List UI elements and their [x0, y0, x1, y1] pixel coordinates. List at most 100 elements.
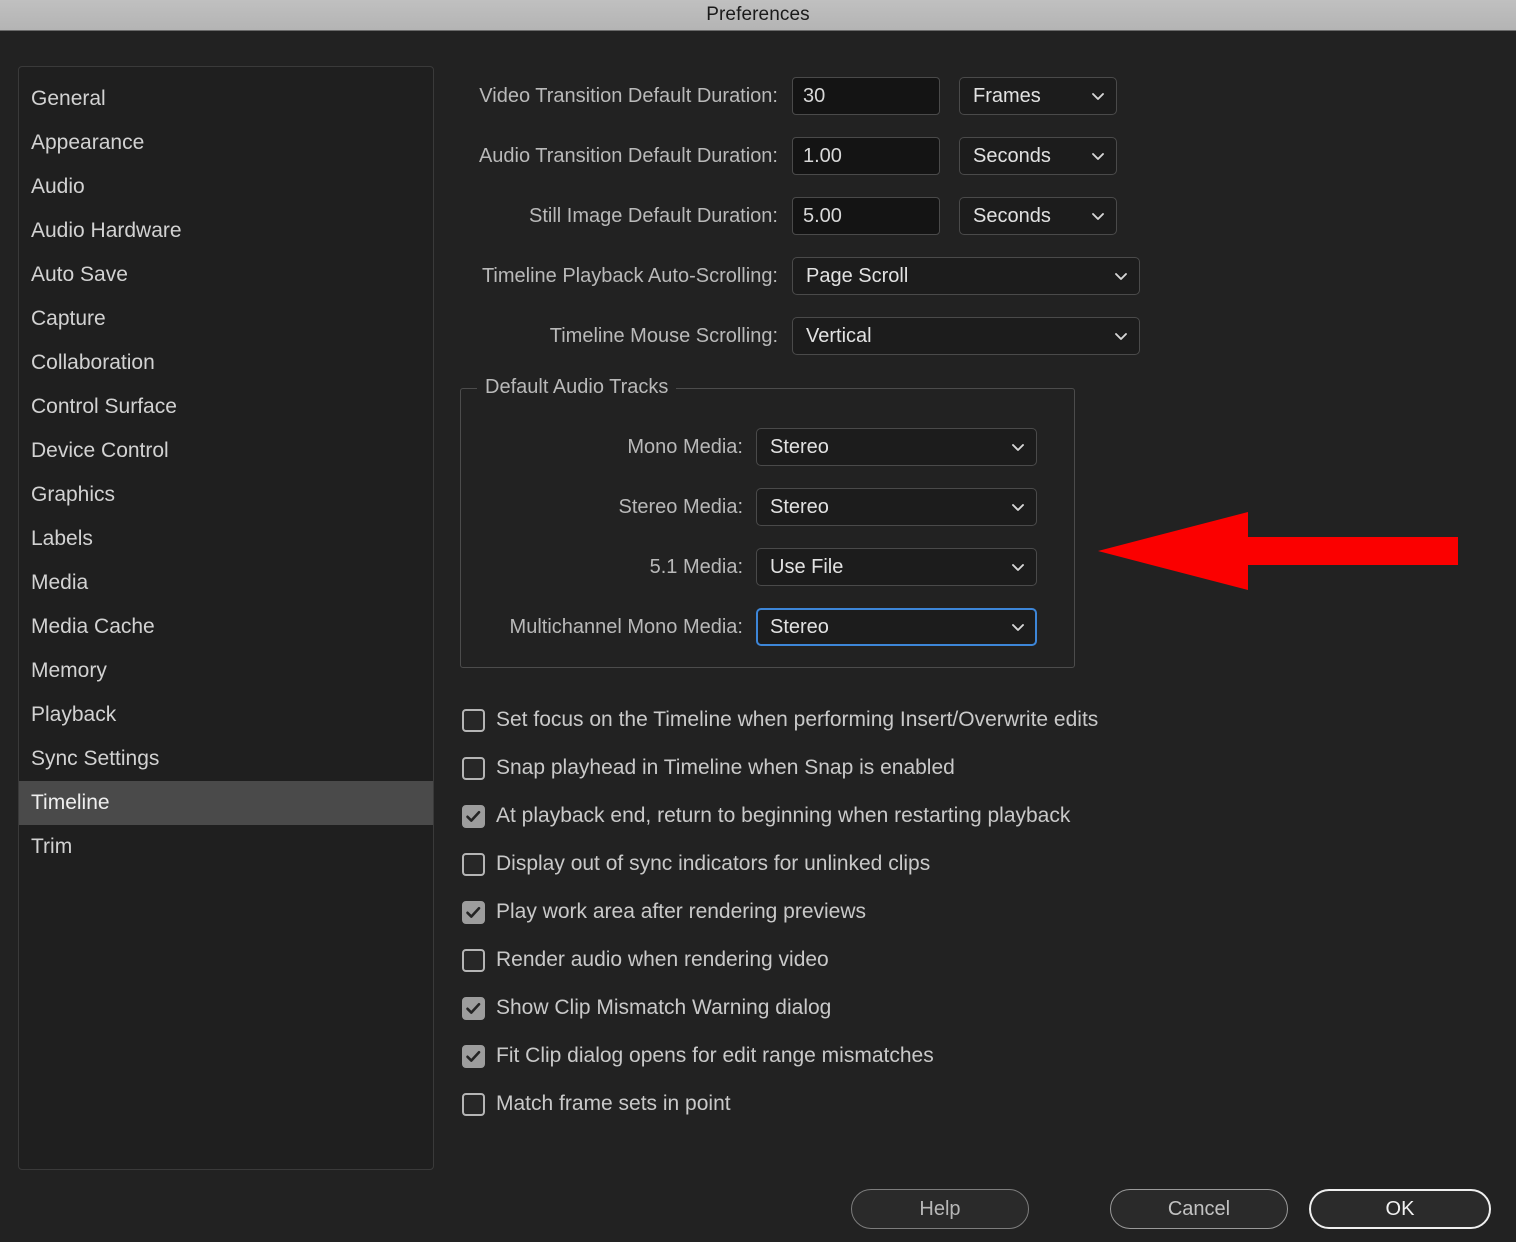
- unit-dropdown-still-image-default-duration[interactable]: Seconds: [959, 197, 1117, 235]
- checkbox-snap-playhead-in-timeline-when-snap-is-ena[interactable]: [462, 756, 485, 780]
- sidebar-item-sync-settings[interactable]: Sync Settings: [19, 737, 433, 781]
- input-audio-transition-default-duration[interactable]: 1.00: [792, 137, 940, 175]
- sidebar-item-label: Collaboration: [31, 351, 155, 374]
- sidebar-item-label: General: [31, 87, 106, 110]
- checkbox-row-at-playback-end-return-to-beginning-when-r[interactable]: At playback end, return to beginning whe…: [462, 792, 1498, 840]
- sidebar-item-timeline[interactable]: Timeline: [19, 781, 433, 825]
- checkbox-play-work-area-after-rendering-previews[interactable]: [462, 900, 485, 924]
- checkbox-row-render-audio-when-rendering-video[interactable]: Render audio when rendering video: [462, 936, 1498, 984]
- checkbox-fit-clip-dialog-opens-for-edit-range-misma[interactable]: [462, 1044, 485, 1068]
- dropdown-value: Stereo: [770, 435, 829, 458]
- checkbox-row-play-work-area-after-rendering-previews[interactable]: Play work area after rendering previews: [462, 888, 1498, 936]
- dropdown-value: Use File: [770, 555, 844, 578]
- sidebar-item-general[interactable]: General: [19, 77, 433, 121]
- field-row-timeline-playback-auto-scrolling: Timeline Playback Auto-Scrolling: Page Sc…: [452, 246, 1498, 306]
- checkbox-row-fit-clip-dialog-opens-for-edit-range-misma[interactable]: Fit Clip dialog opens for edit range mis…: [462, 1032, 1498, 1080]
- dropdown-5-1-media[interactable]: Use File: [756, 548, 1037, 586]
- chevron-down-icon: [1113, 268, 1129, 284]
- sidebar-item-labels[interactable]: Labels: [19, 517, 433, 561]
- sidebar-item-audio-hardware[interactable]: Audio Hardware: [19, 209, 433, 253]
- sidebar-item-auto-save[interactable]: Auto Save: [19, 253, 433, 297]
- checkbox-match-frame-sets-in-point[interactable]: [462, 1092, 485, 1116]
- sidebar-item-appearance[interactable]: Appearance: [19, 121, 433, 165]
- sidebar-item-capture[interactable]: Capture: [19, 297, 433, 341]
- dropdown-value: Vertical: [806, 324, 872, 347]
- sidebar-item-playback[interactable]: Playback: [19, 693, 433, 737]
- checkbox-row-show-clip-mismatch-warning-dialog[interactable]: Show Clip Mismatch Warning dialog: [462, 984, 1498, 1032]
- dropdown-multichannel-mono-media[interactable]: Stereo: [756, 608, 1037, 646]
- sidebar-item-media-cache[interactable]: Media Cache: [19, 605, 433, 649]
- checkbox-row-set-focus-on-the-timeline-when-performing-[interactable]: Set focus on the Timeline when performin…: [462, 696, 1498, 744]
- dropdown-timeline-mouse-scrolling[interactable]: Vertical: [792, 317, 1140, 355]
- sidebar-item-device-control[interactable]: Device Control: [19, 429, 433, 473]
- checkbox-row-display-out-of-sync-indicators-for-unlinke[interactable]: Display out of sync indicators for unlin…: [462, 840, 1498, 888]
- unit-dropdown-value: Seconds: [973, 204, 1051, 227]
- checkbox-row-snap-playhead-in-timeline-when-snap-is-ena[interactable]: Snap playhead in Timeline when Snap is e…: [462, 744, 1498, 792]
- check-icon: [466, 1050, 481, 1062]
- label-5-1-media: 5.1 Media:: [649, 555, 743, 578]
- checkbox-display-out-of-sync-indicators-for-unlinke[interactable]: [462, 852, 485, 876]
- audio-track-row-5-1-media: 5.1 Media: Use File: [461, 537, 1074, 597]
- sidebar-item-label: Graphics: [31, 483, 116, 506]
- help-button[interactable]: Help: [851, 1189, 1029, 1229]
- sidebar-item-label: Device Control: [31, 439, 169, 462]
- field-row-timeline-mouse-scrolling: Timeline Mouse Scrolling: Vertical: [452, 306, 1498, 366]
- unit-dropdown-value: Seconds: [973, 144, 1051, 167]
- input-value: 5.00: [803, 204, 842, 227]
- dropdown-stereo-media[interactable]: Stereo: [756, 488, 1037, 526]
- check-icon: [466, 906, 481, 918]
- sidebar-item-audio[interactable]: Audio: [19, 165, 433, 209]
- unit-dropdown-audio-transition-default-duration[interactable]: Seconds: [959, 137, 1117, 175]
- preferences-category-list[interactable]: General Appearance Audio Audio Hardware Auto…: [18, 66, 434, 1170]
- checkbox-show-clip-mismatch-warning-dialog[interactable]: [462, 996, 485, 1020]
- sidebar-item-trim[interactable]: Trim: [19, 825, 433, 869]
- sidebar-item-label: Timeline: [31, 791, 110, 814]
- sidebar-item-memory[interactable]: Memory: [19, 649, 433, 693]
- default-audio-tracks-groupbox: Default Audio Tracks Mono Media: Stereo St…: [460, 376, 1075, 668]
- checkbox-label: At playback end, return to beginning whe…: [496, 804, 1071, 827]
- window-titlebar: Preferences: [0, 0, 1516, 31]
- chevron-down-icon: [1090, 88, 1106, 104]
- label-stereo-media: Stereo Media:: [618, 495, 743, 518]
- input-still-image-default-duration[interactable]: 5.00: [792, 197, 940, 235]
- label-timeline-mouse-scrolling: Timeline Mouse Scrolling:: [549, 324, 778, 347]
- audio-track-row-mono-media: Mono Media: Stereo: [461, 417, 1074, 477]
- sidebar-item-label: Media: [31, 571, 89, 594]
- dropdown-value: Stereo: [770, 615, 829, 638]
- sidebar-item-graphics[interactable]: Graphics: [19, 473, 433, 517]
- sidebar-item-label: Trim: [31, 835, 73, 858]
- checkbox-label: Fit Clip dialog opens for edit range mis…: [496, 1044, 934, 1067]
- sidebar-item-label: Sync Settings: [31, 747, 160, 770]
- dropdown-mono-media[interactable]: Stereo: [756, 428, 1037, 466]
- chevron-down-icon: [1010, 439, 1026, 455]
- checkbox-set-focus-on-the-timeline-when-performing-[interactable]: [462, 708, 485, 732]
- unit-dropdown-value: Frames: [973, 84, 1041, 107]
- input-video-transition-default-duration[interactable]: 30: [792, 77, 940, 115]
- timeline-options-checkbox-list: Set focus on the Timeline when performin…: [462, 696, 1498, 1128]
- sidebar-item-label: Auto Save: [31, 263, 128, 286]
- sidebar-item-control-surface[interactable]: Control Surface: [19, 385, 433, 429]
- chevron-down-icon: [1010, 619, 1026, 635]
- field-row-still-image-default-duration: Still Image Default Duration: 5.00 Seconds: [452, 186, 1498, 246]
- audio-track-row-multichannel-mono-media: Multichannel Mono Media: Stereo: [461, 597, 1074, 657]
- label-video-transition-default-duration: Video Transition Default Duration:: [479, 84, 778, 107]
- sidebar-item-label: Control Surface: [31, 395, 177, 418]
- chevron-down-icon: [1113, 328, 1129, 344]
- sidebar-item-label: Appearance: [31, 131, 145, 154]
- cancel-button[interactable]: Cancel: [1110, 1189, 1288, 1229]
- sidebar-item-label: Playback: [31, 703, 117, 726]
- preferences-content-pane: Video Transition Default Duration: 30 Fram…: [452, 66, 1498, 1128]
- checkbox-row-match-frame-sets-in-point[interactable]: Match frame sets in point: [462, 1080, 1498, 1128]
- checkbox-render-audio-when-rendering-video[interactable]: [462, 948, 485, 972]
- checkbox-label: Match frame sets in point: [496, 1092, 731, 1115]
- sidebar-item-media[interactable]: Media: [19, 561, 433, 605]
- sidebar-item-collaboration[interactable]: Collaboration: [19, 341, 433, 385]
- dialog-footer: Help Cancel OK: [0, 1177, 1516, 1242]
- check-icon: [466, 810, 481, 822]
- checkbox-label: Display out of sync indicators for unlin…: [496, 852, 931, 875]
- unit-dropdown-video-transition-default-duration[interactable]: Frames: [959, 77, 1117, 115]
- checkbox-at-playback-end-return-to-beginning-when-r[interactable]: [462, 804, 485, 828]
- dropdown-timeline-playback-auto-scrolling[interactable]: Page Scroll: [792, 257, 1140, 295]
- field-row-video-transition-default-duration: Video Transition Default Duration: 30 Fram…: [452, 66, 1498, 126]
- ok-button[interactable]: OK: [1309, 1189, 1491, 1229]
